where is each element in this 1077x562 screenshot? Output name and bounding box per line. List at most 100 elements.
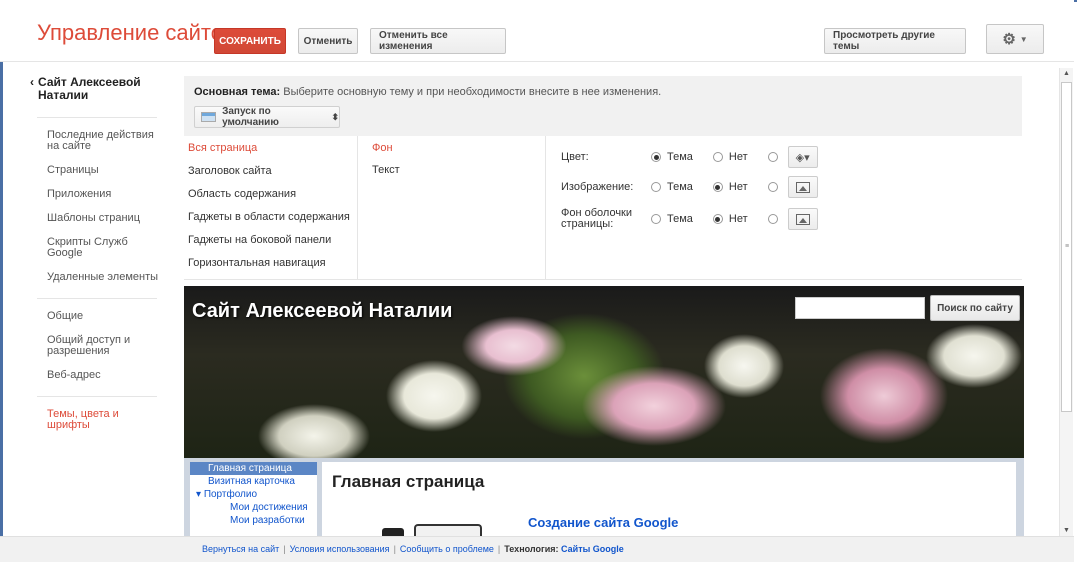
image-custom-radio[interactable] — [767, 182, 782, 192]
site-header-banner: Сайт Алексеевой Наталии Поиск по сайту — [184, 286, 1024, 458]
settings-panel: Вся страница Заголовок сайта Область сод… — [184, 136, 1022, 280]
section-item-whole-page[interactable]: Вся страница — [184, 136, 357, 159]
theme-swatch-icon — [201, 112, 217, 122]
cancel-all-button[interactable]: Отменить все изменения — [370, 28, 506, 54]
grip-icon: ≡ — [1065, 243, 1070, 250]
page-heading: Главная страница — [332, 472, 485, 491]
color-custom-radio[interactable] — [767, 152, 782, 162]
theme-select-value: Запуск по умолчанию — [222, 106, 279, 128]
paint-bucket-icon: ◈▾ — [795, 151, 810, 164]
site-title: Сайт Алексеевой Наталии — [192, 300, 453, 322]
section-item-horizontal-nav[interactable]: Горизонтальная навигация — [184, 251, 357, 274]
image-icon — [795, 181, 810, 193]
nav-item-home[interactable]: Главная страница — [190, 462, 317, 475]
wrapper-option-row: Фон оболочки страницы: Тема Нет — [561, 208, 818, 230]
site-search-button[interactable]: Поиск по сайту — [930, 295, 1020, 321]
section-item-content-area[interactable]: Область содержания — [184, 182, 357, 205]
nav-item-portfolio[interactable]: ▾ Портфолио — [190, 488, 317, 501]
image-theme-radio[interactable]: Тема — [651, 181, 693, 193]
radio-icon — [651, 152, 661, 162]
wrapper-label: Фон оболочки страницы: — [561, 207, 633, 230]
radio-icon — [767, 152, 778, 162]
section-item-sidebar-gadgets[interactable]: Гаджеты на боковой панели — [184, 228, 357, 251]
radio-label: Тема — [667, 181, 693, 193]
site-body: Главная страница Визитная карточка ▾ Пор… — [184, 458, 1024, 536]
theme-description: Основная тема: Выберите основную тему и … — [194, 86, 661, 98]
sidebar-item-recent-activity[interactable]: Последние действия на сайте — [47, 130, 160, 152]
divider — [37, 396, 157, 397]
wrapper-theme-radio[interactable]: Тема — [651, 213, 693, 225]
separator: | — [283, 544, 286, 554]
app-title: Управление сайтом — [37, 20, 239, 45]
wrapper-image-button[interactable] — [787, 208, 818, 230]
image-picker-button[interactable] — [787, 176, 818, 198]
subsection-item-background[interactable]: Фон — [372, 136, 545, 158]
nav-item-business-card[interactable]: Визитная карточка — [190, 475, 317, 488]
gear-icon: ⚙ — [1002, 31, 1016, 48]
color-label: Цвет: — [561, 150, 589, 163]
radio-label: Нет — [728, 213, 748, 225]
footer-tech-link[interactable]: Сайты Google — [561, 544, 624, 554]
image-option-row: Изображение: Тема Нет — [561, 176, 818, 198]
view-themes-button[interactable]: Просмотреть другие темы — [824, 28, 966, 54]
radio-icon — [712, 182, 723, 192]
site-preview: Сайт Алексеевой Наталии Поиск по сайту Г… — [184, 286, 1024, 536]
color-theme-radio[interactable]: Тема — [651, 151, 693, 163]
theme-panel: Основная тема: Выберите основную тему и … — [184, 76, 1022, 136]
site-sidebar-nav: Главная страница Визитная карточка ▾ Пор… — [190, 462, 317, 536]
radio-icon — [767, 182, 778, 192]
scroll-thumb[interactable]: ≡ — [1061, 82, 1072, 412]
subsection-list: Фон Текст — [358, 136, 546, 280]
sidebar-item-general[interactable]: Общие — [47, 311, 160, 322]
wrapper-none-radio[interactable]: Нет — [712, 213, 748, 225]
section-item-content-gadgets[interactable]: Гаджеты в области содержания — [184, 205, 357, 228]
section-item-site-header[interactable]: Заголовок сайта — [184, 159, 357, 182]
sidebar-item-templates[interactable]: Шаблоны страниц — [47, 213, 160, 224]
footer-back-link[interactable]: Вернуться на сайт — [202, 544, 279, 554]
sidebar: ‹ Сайт Алексеевой Наталии Последние дейс… — [30, 76, 160, 444]
footer-terms-link[interactable]: Условия использования — [290, 544, 390, 554]
sidebar-item-scripts[interactable]: Скрипты Служб Google — [47, 237, 160, 259]
vertical-scrollbar[interactable]: ▲ ≡ ▼ — [1059, 68, 1073, 536]
cancel-button[interactable]: Отменить — [298, 28, 358, 54]
scroll-up-icon[interactable]: ▲ — [1063, 70, 1070, 77]
back-link-label: Сайт Алексеевой Наталии — [38, 75, 141, 102]
subsection-item-text[interactable]: Текст — [372, 158, 545, 180]
theme-label: Основная тема: — [194, 86, 281, 98]
sidebar-item-themes[interactable]: Темы, цвета и шрифты — [47, 409, 160, 431]
sidebar-item-deleted[interactable]: Удаленные элементы — [47, 272, 160, 283]
nav-item-achievements[interactable]: Мои достижения — [190, 501, 317, 514]
sidebar-item-pages[interactable]: Страницы — [47, 165, 160, 176]
radio-icon — [651, 182, 661, 192]
color-option-row: Цвет: Тема Нет ◈▾ — [561, 146, 818, 168]
sidebar-item-web-address[interactable]: Веб-адрес — [47, 370, 160, 381]
triangle-down-icon: ▾ — [196, 489, 204, 500]
footer-links: Вернуться на сайт | Условия использования |… — [202, 544, 624, 554]
sidebar-item-apps[interactable]: Приложения — [47, 189, 160, 200]
image-icon — [795, 213, 810, 225]
radio-icon — [712, 152, 723, 162]
save-button[interactable]: СОХРАНИТЬ — [214, 28, 286, 54]
header-bar: Управление сайтом СОХРАНИТЬ Отменить Отм… — [0, 0, 1074, 62]
color-none-radio[interactable]: Нет — [712, 151, 748, 163]
content-link[interactable]: Создание сайта Google — [528, 515, 678, 530]
radio-label: Тема — [667, 151, 693, 163]
image-none-radio[interactable]: Нет — [712, 181, 748, 193]
theme-select[interactable]: Запуск по умолчанию ⬍ — [194, 106, 340, 128]
scroll-down-icon[interactable]: ▼ — [1063, 527, 1070, 534]
sidebar-item-sharing[interactable]: Общий доступ и разрешения — [47, 335, 160, 357]
separator: | — [393, 544, 396, 554]
back-to-site-link[interactable]: ‹ Сайт Алексеевой Наталии — [30, 76, 160, 102]
footer-report-link[interactable]: Сообщить о проблеме — [400, 544, 494, 554]
nav-item-developments[interactable]: Мои разработки — [190, 514, 317, 527]
footer-tech-label: Технология: — [504, 544, 559, 554]
radio-label: Тема — [667, 213, 693, 225]
paint-bucket-button[interactable]: ◈▾ — [787, 146, 818, 168]
site-content: Главная страница Создание сайта Google — [322, 462, 1016, 536]
wrapper-custom-radio[interactable] — [767, 214, 782, 224]
radio-label: Нет — [728, 151, 748, 163]
updown-arrow-icon: ⬍ — [331, 111, 339, 122]
radio-icon — [767, 214, 778, 224]
settings-menu-button[interactable]: ⚙ ▼ — [986, 24, 1044, 54]
site-search-input[interactable] — [795, 297, 925, 319]
